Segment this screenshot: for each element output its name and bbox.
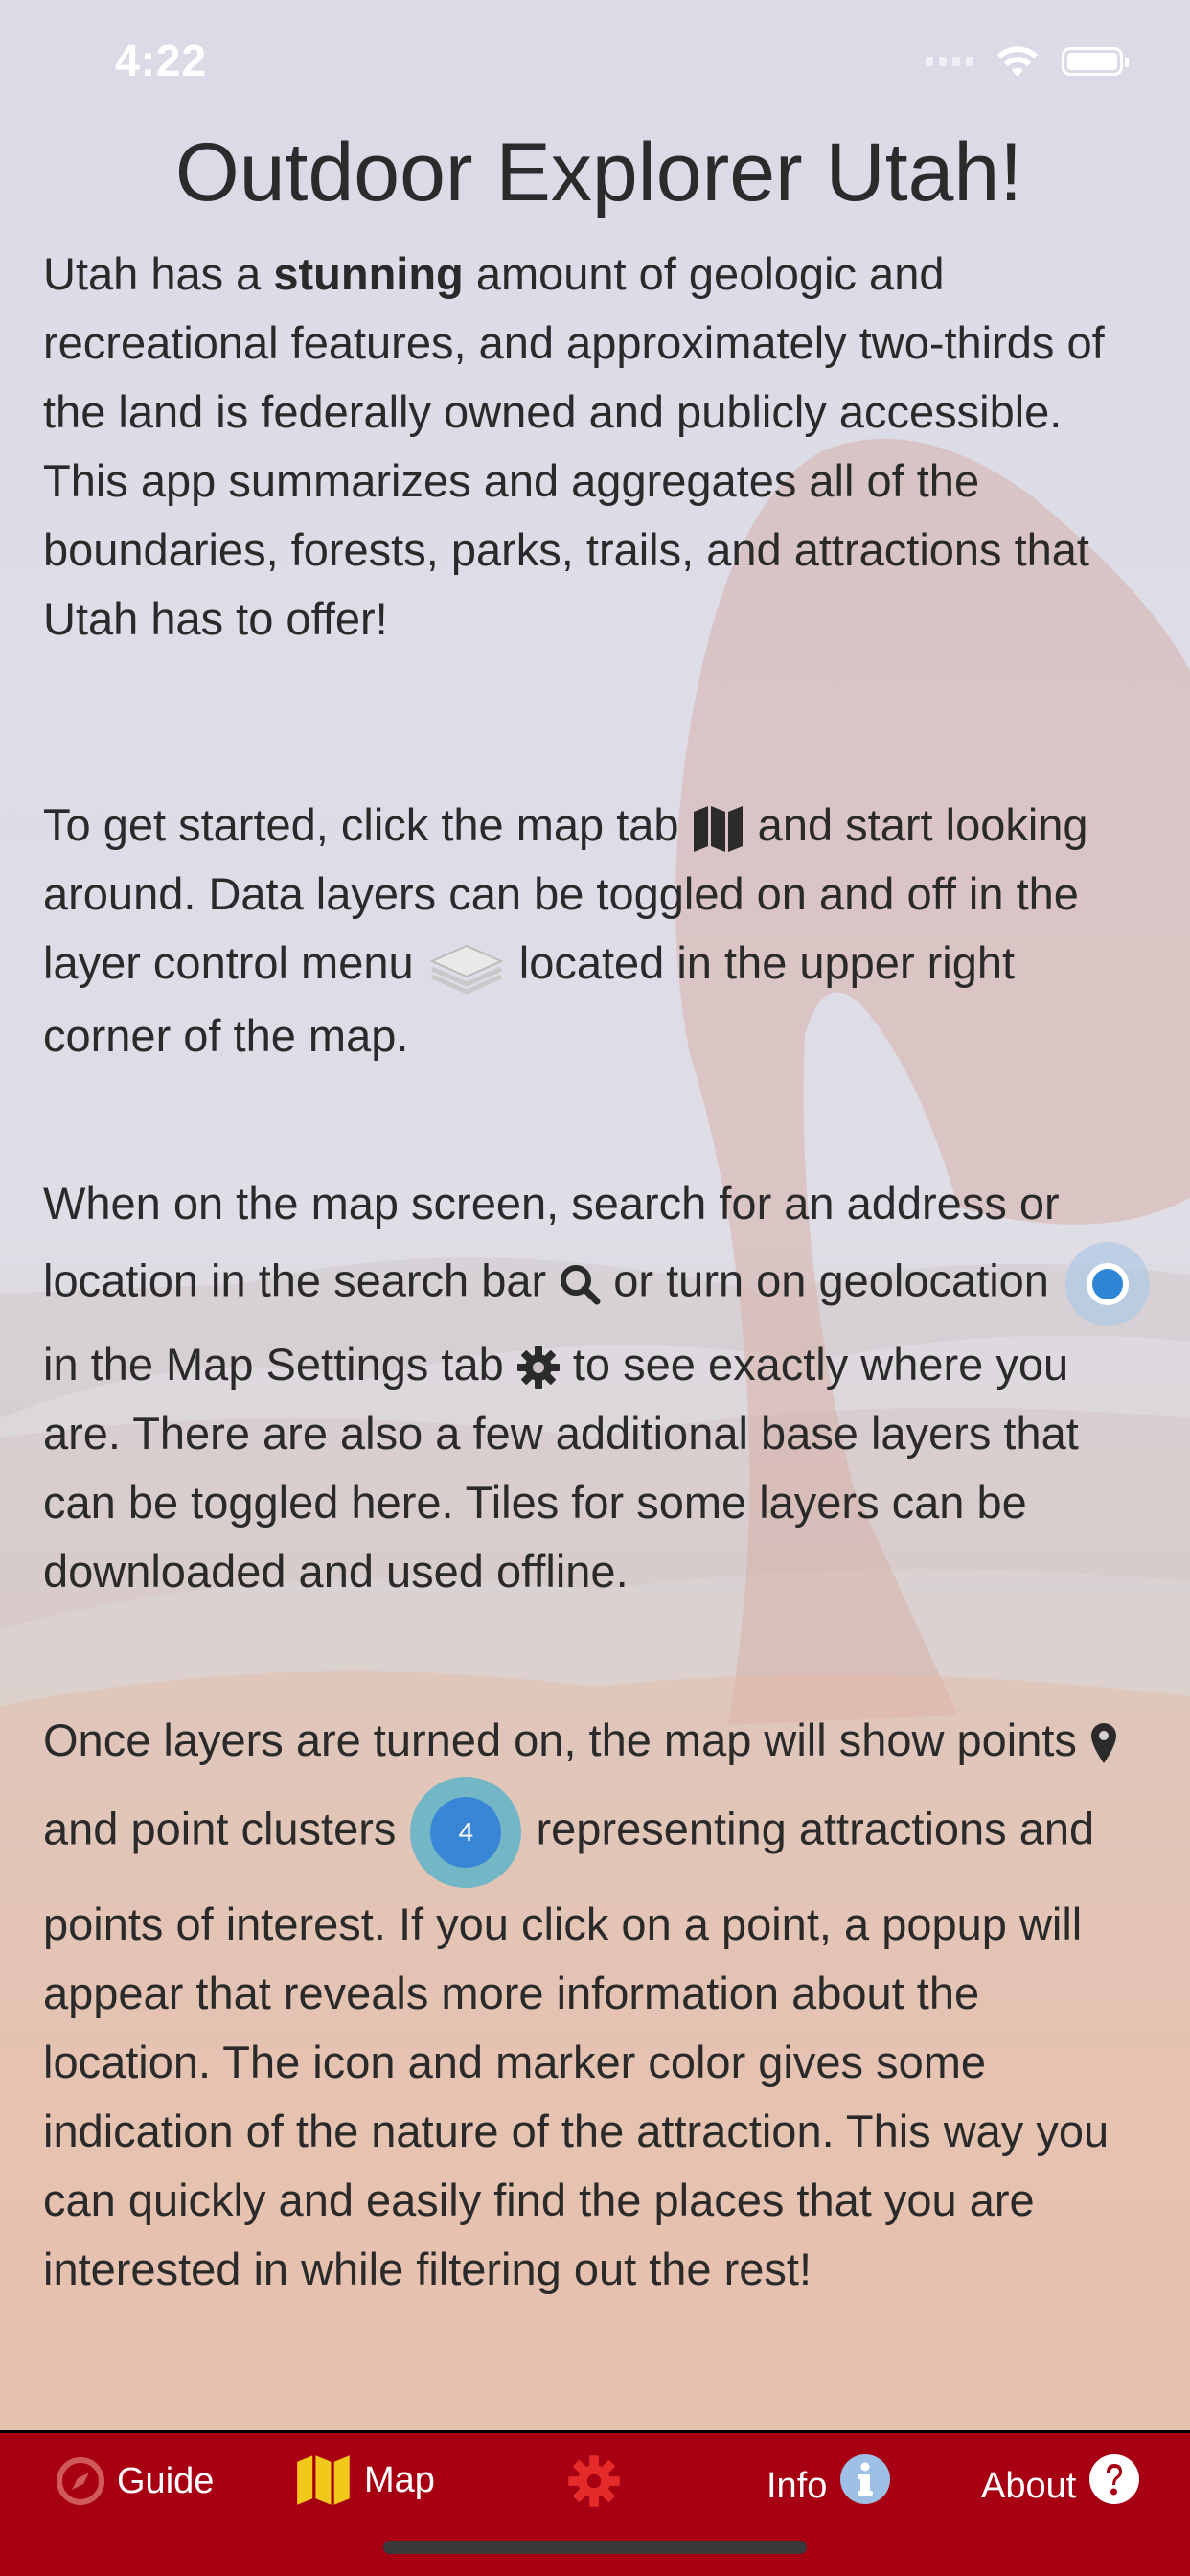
tab-info-label: Info xyxy=(767,2466,828,2506)
intro-bold-text: stunning xyxy=(273,248,464,299)
map-marker-icon xyxy=(1091,1723,1116,1764)
home-indicator xyxy=(383,2541,807,2554)
tab-guide[interactable]: Guide xyxy=(56,2456,214,2506)
map-icon xyxy=(693,805,743,852)
map-screen-paragraph: When on the map screen, search for an ad… xyxy=(43,1169,1155,1606)
cluster-count: 4 xyxy=(458,1816,474,1847)
page-title: Outdoor Explorer Utah! xyxy=(174,126,1023,218)
geolocation-icon xyxy=(1064,1241,1150,1326)
map-screen-text-2: or turn on geolocation xyxy=(601,1254,1062,1305)
intro-text-continued: amount of geologic and recreational feat… xyxy=(43,248,1105,644)
tab-info[interactable]: Info xyxy=(767,2450,892,2507)
tab-about[interactable]: About xyxy=(981,2450,1141,2507)
guide-content: Outdoor Explorer Utah! Utah has a stunni… xyxy=(43,125,1155,2304)
gear-icon xyxy=(568,2455,620,2507)
getting-started-text: To get started, click the map tab xyxy=(43,799,692,850)
search-icon xyxy=(561,1264,601,1305)
compass-icon xyxy=(57,2457,104,2505)
info-icon xyxy=(840,2453,891,2504)
tab-map[interactable]: Map xyxy=(295,2450,435,2510)
point-cluster-icon: 4 xyxy=(408,1775,523,1890)
intro-text: Utah has a xyxy=(43,248,274,299)
layers-icon xyxy=(429,944,504,995)
status-bar: 4:22 xyxy=(0,0,1190,125)
getting-started-paragraph: To get started, click the map tab and st… xyxy=(43,791,1155,1070)
tab-about-label: About xyxy=(981,2466,1077,2506)
gear-icon xyxy=(516,1346,560,1390)
tab-bar: Guide Map Info About xyxy=(0,2430,1190,2576)
intro-paragraph: Utah has a stunning amount of geologic a… xyxy=(43,240,1155,654)
battery-icon xyxy=(1062,47,1129,76)
tab-map-settings[interactable] xyxy=(567,2454,621,2508)
layers-paragraph: Once layers are turned on, the map will … xyxy=(43,1706,1155,2304)
question-icon xyxy=(1089,2453,1140,2504)
wifi-icon xyxy=(997,46,1038,77)
layers-text-2: and point clusters xyxy=(43,1803,409,1853)
tab-map-label: Map xyxy=(364,2459,435,2500)
status-time: 4:22 xyxy=(115,35,208,85)
layers-text-3: representing attractions and points of i… xyxy=(43,1803,1110,2294)
tab-guide-label: Guide xyxy=(117,2460,215,2501)
map-icon xyxy=(297,2455,350,2505)
layers-text: Once layers are turned on, the map will … xyxy=(43,1714,1089,1765)
cellular-signal-icon xyxy=(926,57,973,66)
map-screen-text-3: in the Map Settings tab xyxy=(43,1338,516,1390)
status-icons xyxy=(926,44,1129,79)
